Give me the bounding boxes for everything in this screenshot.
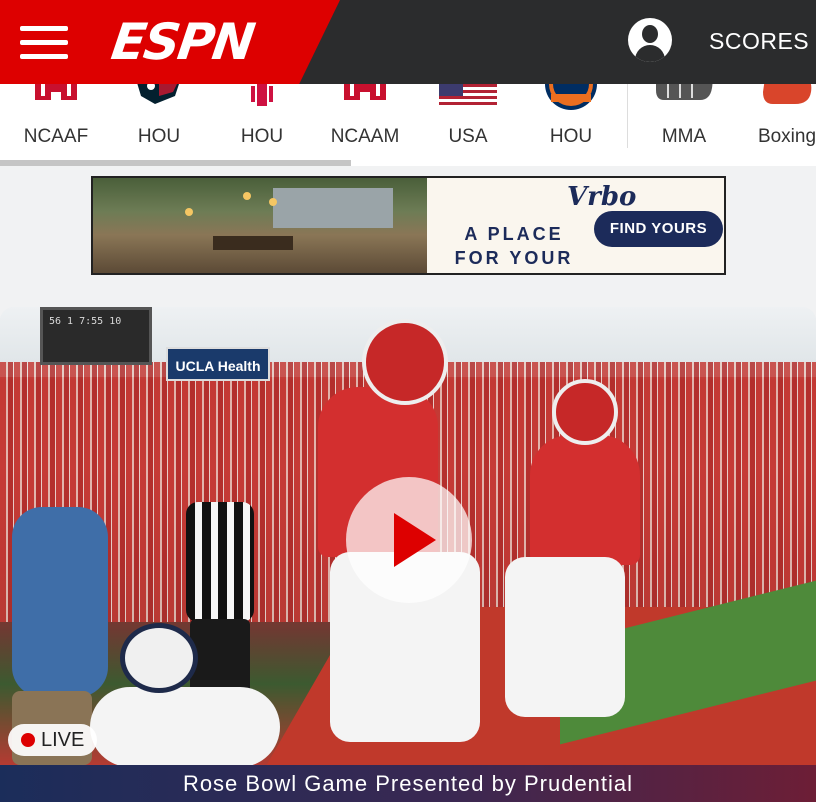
- play-button-icon[interactable]: [346, 477, 472, 603]
- team-tab-hou-astros[interactable]: HOU: [519, 84, 623, 156]
- houston-cougars-logo-icon: [344, 84, 386, 100]
- espn-logo[interactable]: ESPN: [108, 13, 257, 71]
- strip-scrollbar[interactable]: [0, 160, 351, 166]
- houston-astros-logo-icon: [545, 84, 597, 110]
- stadium-scoreboard: 56 1 7:55 10: [40, 307, 152, 365]
- live-label: LIVE: [41, 729, 85, 751]
- favorites-strip: NCAAF HOU HOU NCAAM USA HOU MMA Boxing: [0, 84, 816, 166]
- player-helmet: [552, 379, 618, 445]
- team-tab-ncaaf[interactable]: NCAAF: [4, 84, 108, 156]
- houston-texans-logo-icon: [137, 84, 179, 104]
- boxing-glove-icon: [763, 84, 812, 104]
- team-label: HOU: [240, 126, 284, 147]
- video-caption[interactable]: Rose Bowl Game Presented by Prudential: [0, 765, 816, 802]
- strip-divider: [627, 84, 628, 148]
- fist-glove-icon: [656, 84, 713, 100]
- top-bar: ESPN SCORES: [0, 0, 816, 84]
- team-tab-hou-rockets[interactable]: HOU: [210, 84, 314, 156]
- referee-figure: [186, 502, 254, 622]
- opponent-player: [90, 687, 280, 767]
- team-label: NCAAM: [330, 126, 400, 147]
- menu-icon[interactable]: [20, 26, 68, 60]
- hero-video[interactable]: 56 1 7:55 10 UCLA Health LIVE: [0, 307, 816, 767]
- player-pants: [505, 557, 625, 717]
- team-tab-hou-texans[interactable]: HOU: [107, 84, 211, 156]
- team-tab-ncaam[interactable]: NCAAM: [313, 84, 417, 156]
- player-helmet: [362, 319, 448, 405]
- team-label: HOU: [549, 126, 593, 147]
- scores-link[interactable]: SCORES: [709, 28, 809, 55]
- team-label: HOU: [137, 126, 181, 147]
- team-label: USA: [448, 126, 488, 147]
- player-jersey: [530, 435, 640, 565]
- live-dot-icon: [21, 733, 35, 747]
- live-badge: LIVE: [8, 724, 98, 756]
- sponsor-sign: UCLA Health: [166, 347, 270, 381]
- team-tab-mma[interactable]: MMA: [632, 84, 736, 156]
- team-tab-boxing[interactable]: Boxing: [735, 84, 816, 156]
- vrbo-ad-banner[interactable]: Vrbo A PLACE FOR YOUR TEAM FIND YOURS: [91, 176, 726, 275]
- us-flag-icon: [439, 84, 497, 108]
- photographer-figure: [12, 507, 108, 697]
- vrbo-logo: Vrbo: [567, 182, 637, 212]
- houston-cougars-logo-icon: [35, 84, 77, 100]
- houston-rockets-logo-icon: [243, 84, 281, 106]
- team-tab-usa[interactable]: USA: [416, 84, 520, 156]
- ad-photo: [93, 178, 427, 273]
- ad-tagline: A PLACE FOR YOUR TEAM: [454, 224, 574, 273]
- team-label: NCAAF: [23, 126, 89, 147]
- team-label: MMA: [661, 126, 707, 147]
- find-yours-button[interactable]: FIND YOURS: [594, 211, 723, 247]
- team-label: Boxing: [757, 126, 816, 147]
- account-icon[interactable]: [628, 18, 672, 62]
- opponent-helmet: [120, 623, 198, 693]
